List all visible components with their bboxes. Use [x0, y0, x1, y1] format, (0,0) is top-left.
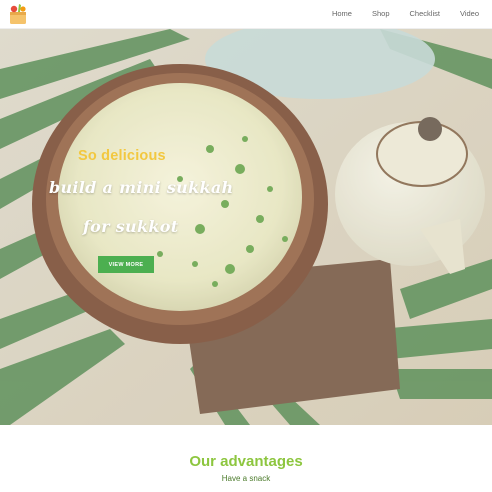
hero-copy: So delicious build a mini sukkah for suk… [0, 29, 492, 425]
nav-home[interactable]: Home [332, 9, 352, 18]
view-more-button[interactable]: VIEW MORE [98, 256, 154, 273]
grocery-basket-icon[interactable] [8, 3, 28, 25]
main-nav: Home Shop Checklist Video [312, 9, 479, 18]
nav-checklist[interactable]: Checklist [410, 9, 440, 18]
nav-shop[interactable]: Shop [372, 9, 390, 18]
advantages-subtitle: Have a snack [221, 474, 271, 483]
hero-banner: So delicious build a mini sukkah for suk… [0, 29, 492, 425]
hero-title-line2: for sukkot [83, 217, 179, 236]
hero-kicker: So delicious [78, 148, 166, 164]
hero-title-line1: build a mini sukkah [49, 178, 234, 197]
nav-video[interactable]: Video [460, 9, 479, 18]
advantages-section: Our advantages Have a snack [0, 425, 492, 492]
site-header: Home Shop Checklist Video [0, 0, 492, 29]
advantages-title: Our advantages [189, 453, 303, 470]
